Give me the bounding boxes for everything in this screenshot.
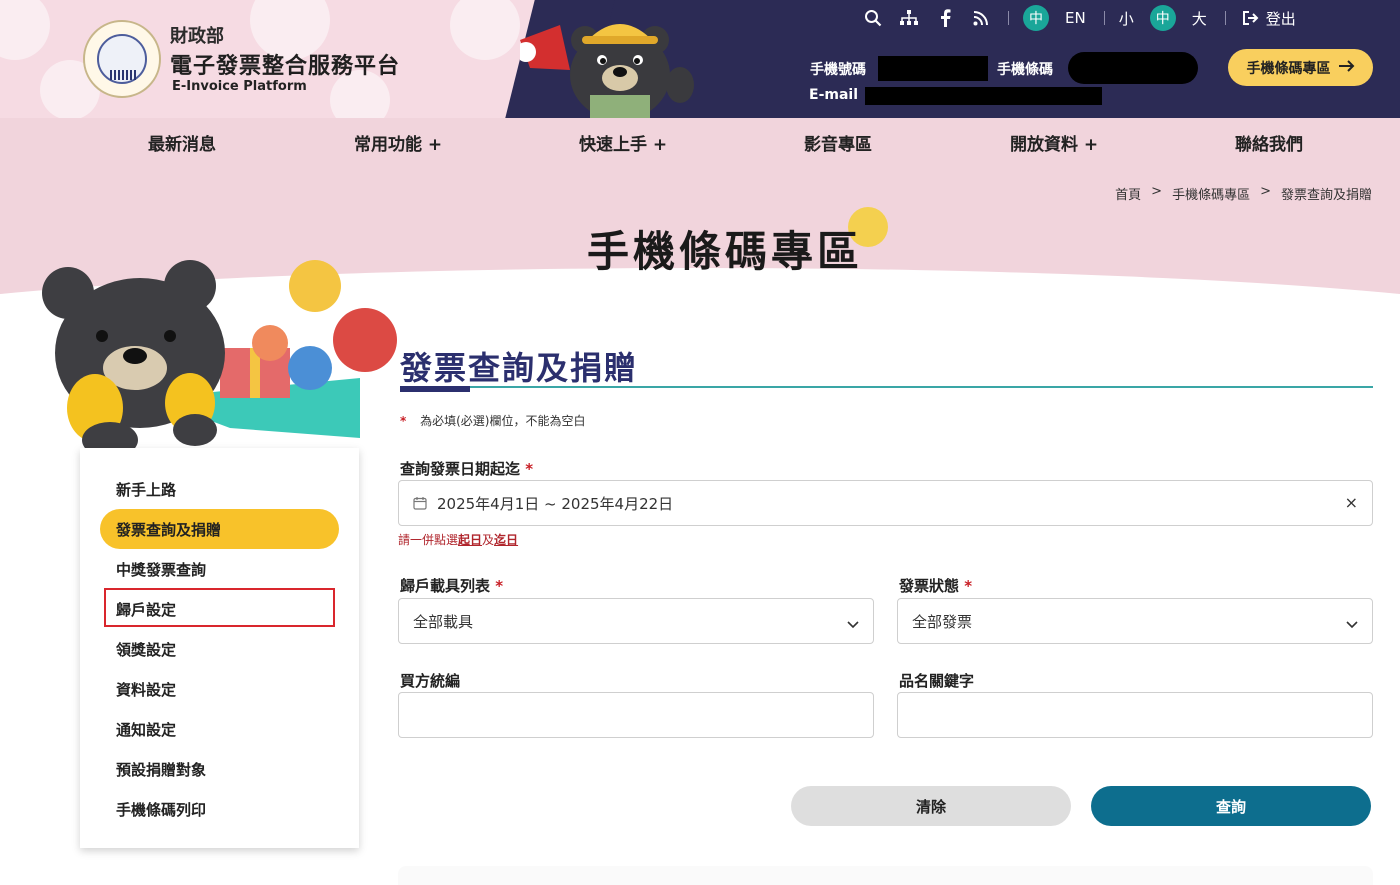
breadcrumb-sep: > [1260, 184, 1271, 199]
lang-zh-button[interactable]: 中 [1023, 5, 1049, 31]
carrier-select-value: 全部載具 [413, 612, 474, 631]
carrier-select[interactable]: 全部載具 [398, 598, 874, 644]
sidebar-item-prize-setting[interactable]: 領獎設定 [116, 639, 176, 660]
ministry-name: 財政部 [170, 26, 224, 47]
sidebar-item-data-setting[interactable]: 資料設定 [116, 679, 176, 700]
bear-megaphone-mascot [520, 24, 694, 118]
results-panel [398, 866, 1373, 885]
font-medium-button[interactable]: 中 [1149, 5, 1176, 31]
arrow-right-icon [1338, 59, 1355, 76]
sidebar-menu: 新手上路 發票查詢及捐贈 中獎發票查詢 歸戶設定 領獎設定 資料設定 通知設定 … [80, 448, 359, 848]
sidebar-item-notify-setting[interactable]: 通知設定 [116, 719, 176, 740]
form-title-underline-accent [400, 386, 470, 392]
required-mark: * [495, 577, 504, 595]
date-range-label: 查詢發票日期起迄 * [400, 458, 533, 479]
clear-date-icon[interactable]: × [1345, 493, 1358, 512]
barcode-label: 手機條碼 [997, 62, 1053, 78]
barcode-redacted [1068, 52, 1198, 84]
date-range-value: 2025年4月1日 ~ 2025年4月22日 [437, 494, 674, 513]
date-hint: 請一併點選起日及迄日 [398, 531, 518, 548]
divider [1103, 11, 1105, 25]
email-label: E-mail [809, 87, 859, 103]
hint-prefix: 請一併點選 [398, 533, 459, 547]
date-range-label-text: 查詢發票日期起迄 [400, 460, 521, 478]
sidebar-item-winning-query[interactable]: 中獎發票查詢 [116, 559, 206, 580]
buyer-id-input[interactable] [398, 692, 874, 738]
required-mark: * [964, 577, 973, 595]
sitemap-icon[interactable] [898, 7, 920, 29]
form-title: 發票查詢及捐贈 [400, 349, 639, 387]
nav-open-data[interactable]: 開放資料 + [1010, 130, 1098, 155]
carrier-label-text: 歸戶載具列表 [400, 577, 491, 595]
hint-and: 及 [482, 533, 495, 547]
hint-start-date: 起日 [458, 533, 483, 547]
carrier-label: 歸戶載具列表 * [400, 575, 503, 596]
nav-contact[interactable]: 聯絡我們 [1235, 130, 1303, 155]
font-large-button[interactable]: 大 [1192, 8, 1207, 29]
logout-button[interactable]: 登出 [1266, 8, 1296, 29]
main-nav: 最新消息 常用功能 + 快速上手 + 影音專區 開放資料 + 聯絡我們 [0, 118, 1400, 166]
bear-balloon-mascot [42, 260, 397, 458]
status-select[interactable]: 全部發票 [897, 598, 1373, 644]
sidebar-item-carrier-setting[interactable]: 歸戶設定 [116, 599, 176, 620]
sidebar-item-invoice-query[interactable]: 發票查詢及捐贈 [116, 519, 221, 540]
buyer-id-label: 買方統編 [400, 672, 461, 690]
required-mark: * [400, 414, 407, 428]
breadcrumb-current: 發票查詢及捐贈 [1280, 188, 1372, 203]
nav-common-functions[interactable]: 常用功能 + [354, 130, 442, 155]
logout-icon[interactable] [1240, 7, 1262, 29]
barcode-zone-button[interactable]: 手機條碼專區 [1228, 49, 1373, 86]
search-icon[interactable] [862, 7, 884, 29]
utility-bar: 中 EN 小 中 大 登出 [862, 5, 1296, 31]
divider [1224, 11, 1226, 25]
query-button[interactable]: 查詢 [1091, 786, 1371, 826]
nav-news[interactable]: 最新消息 [148, 130, 216, 155]
chevron-down-icon [1346, 615, 1358, 633]
form-title-underline [400, 386, 1373, 388]
status-label: 發票狀態 * [899, 575, 972, 596]
nav-media[interactable]: 影音專區 [804, 130, 872, 155]
lang-en-button[interactable]: EN [1065, 9, 1086, 27]
required-mark: * [525, 460, 534, 478]
sidebar-item-beginner[interactable]: 新手上路 [116, 479, 176, 500]
font-small-button[interactable]: 小 [1119, 8, 1134, 29]
email-redacted [865, 87, 1102, 105]
keyword-input[interactable] [897, 692, 1373, 738]
required-note: * 為必填(必選)欄位，不能為空白 [400, 412, 585, 429]
phone-label: 手機號碼 [810, 62, 866, 78]
hint-end-date: 迄日 [494, 533, 519, 547]
divider [1008, 11, 1009, 25]
platform-title[interactable]: 電子發票整合服務平台 [170, 48, 400, 80]
clear-button[interactable]: 清除 [791, 786, 1071, 826]
status-label-text: 發票狀態 [899, 577, 960, 595]
ministry-seal-logo[interactable] [83, 20, 161, 98]
date-range-field[interactable]: 2025年4月1日 ~ 2025年4月22日 × [398, 480, 1373, 526]
sidebar-item-default-donation[interactable]: 預設捐贈對象 [116, 759, 206, 780]
breadcrumb-sep: > [1151, 184, 1163, 199]
facebook-icon[interactable] [934, 7, 956, 29]
status-select-value: 全部發票 [912, 612, 973, 631]
nav-quick-start[interactable]: 快速上手 + [579, 130, 667, 155]
rss-icon[interactable] [970, 7, 992, 29]
chevron-down-icon [847, 615, 859, 633]
breadcrumb-home[interactable]: 首頁 [1115, 184, 1141, 203]
phone-redacted [878, 56, 988, 81]
platform-subtitle: E-Invoice Platform [172, 79, 307, 94]
keyword-label: 品名關鍵字 [899, 672, 975, 690]
barcode-zone-label: 手機條碼專區 [1246, 60, 1331, 77]
required-note-text: 為必填(必選)欄位，不能為空白 [420, 414, 586, 428]
breadcrumb-barcode-zone[interactable]: 手機條碼專區 [1172, 184, 1250, 203]
sidebar-item-barcode-print[interactable]: 手機條碼列印 [116, 799, 206, 820]
calendar-icon [413, 496, 427, 510]
breadcrumb: 首頁 > 手機條碼專區 > 發票查詢及捐贈 [1115, 184, 1372, 203]
